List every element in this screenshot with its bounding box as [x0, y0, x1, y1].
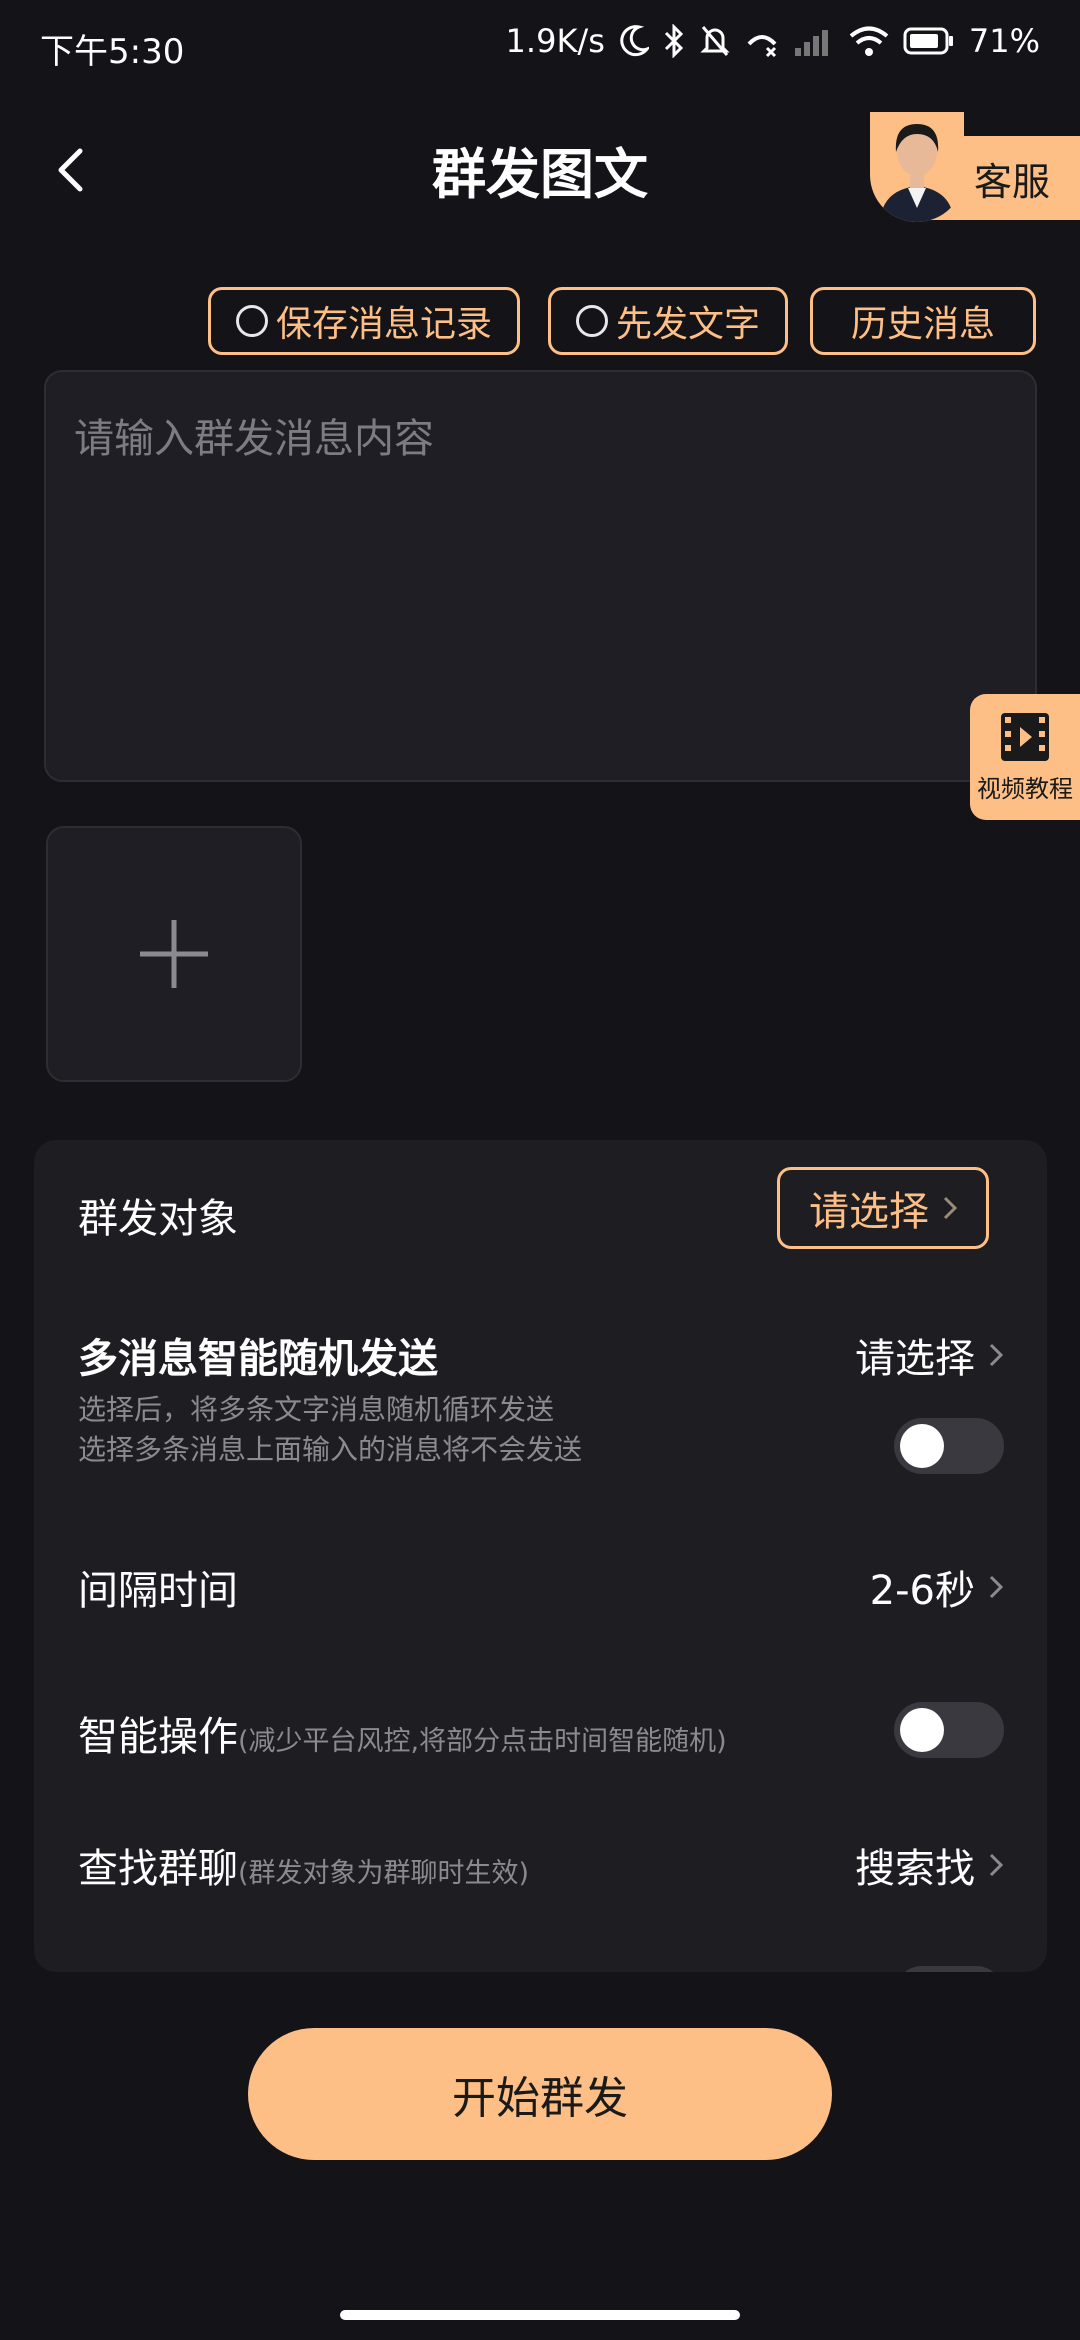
smart-op-row: 智能操作 (减少平台风控,将部分点击时间智能随机): [78, 1704, 727, 1762]
random-send-description: 选择后，将多条文字消息随机循环发送 选择多条消息上面输入的消息将不会发送: [78, 1390, 582, 1470]
interval-value: 2-6秒: [869, 1568, 975, 1614]
find-group-select[interactable]: 搜索找: [855, 1836, 1003, 1894]
missed-call-icon: [745, 24, 779, 58]
target-select-label: 请选择: [809, 1189, 929, 1235]
interval-label: 间隔时间: [78, 1568, 238, 1614]
save-record-label: 保存消息记录: [275, 304, 492, 345]
toggle-knob: [900, 1424, 944, 1468]
status-time: 下午5:30: [40, 32, 185, 72]
bluetooth-icon: [663, 24, 685, 58]
random-send-label: 多消息智能随机发送: [78, 1336, 438, 1382]
chevron-left-icon: [58, 148, 83, 192]
random-send-toggle[interactable]: [894, 1418, 1004, 1474]
random-send-value: 请选择: [855, 1336, 975, 1382]
target-select-button[interactable]: 请选择: [777, 1167, 989, 1249]
back-button[interactable]: [40, 130, 100, 210]
wifi-icon: [849, 25, 889, 57]
smart-op-hint: (减少平台风控,将部分点击时间智能随机): [238, 1726, 727, 1757]
service-agent-avatar[interactable]: [870, 112, 964, 222]
video-tutorial-label: 视频教程: [977, 774, 1073, 803]
radio-icon: [575, 305, 608, 337]
message-placeholder: 请输入群发消息内容: [74, 416, 434, 462]
home-indicator[interactable]: [340, 2310, 740, 2320]
find-group-value: 搜索找: [855, 1846, 975, 1892]
status-icons: 1.9K/s 71%: [506, 22, 1040, 60]
smart-op-toggle[interactable]: [894, 1702, 1004, 1758]
message-input[interactable]: 请输入群发消息内容: [44, 370, 1037, 782]
battery-level: 71%: [968, 22, 1040, 60]
random-send-select[interactable]: 请选择: [855, 1326, 1003, 1384]
signal-icon: [793, 26, 835, 56]
film-play-icon: [1001, 712, 1049, 761]
random-send-desc-line2: 选择多条消息上面输入的消息将不会发送: [78, 1433, 583, 1466]
chevron-right-icon: [989, 1853, 1003, 1877]
video-tutorial-button[interactable]: 视频教程: [970, 694, 1080, 820]
target-label: 群发对象: [78, 1196, 238, 1242]
text-first-option[interactable]: 先发文字: [548, 287, 788, 355]
start-broadcast-label: 开始群发: [452, 2073, 628, 2124]
mute-bell-icon: [699, 24, 731, 58]
interval-select[interactable]: 2-6秒: [870, 1558, 1003, 1616]
next-row-toggle[interactable]: [894, 1966, 1004, 1972]
customer-service-label: 客服: [973, 159, 1050, 204]
smart-op-label: 智能操作: [78, 1714, 238, 1760]
chevron-right-icon: [943, 1196, 957, 1220]
find-group-row: 查找群聊 (群发对象为群聊时生效): [78, 1836, 529, 1894]
text-first-label: 先发文字: [615, 304, 760, 345]
add-image-button[interactable]: [46, 826, 302, 1082]
find-group-hint: (群发对象为群聊时生效): [238, 1858, 530, 1889]
radio-icon: [235, 305, 268, 337]
history-messages-button[interactable]: 历史消息: [810, 287, 1036, 355]
settings-card: 群发对象 请选择 多消息智能随机发送 请选择 选择后，将多条文字消息随机循环发送…: [34, 1140, 1047, 1972]
chevron-right-icon: [989, 1575, 1003, 1599]
battery-icon: [903, 27, 955, 55]
chevron-right-icon: [989, 1343, 1003, 1367]
net-speed: 1.9K/s: [505, 22, 605, 60]
find-group-label: 查找群聊: [78, 1846, 238, 1892]
start-broadcast-button[interactable]: 开始群发: [248, 2028, 832, 2160]
random-send-desc-line1: 选择后，将多条文字消息随机循环发送: [78, 1393, 555, 1426]
moon-icon: [619, 25, 649, 57]
toggle-knob: [900, 1708, 944, 1752]
plus-icon: [140, 920, 208, 988]
save-record-option[interactable]: 保存消息记录: [208, 287, 520, 355]
history-label: 历史消息: [850, 304, 995, 345]
